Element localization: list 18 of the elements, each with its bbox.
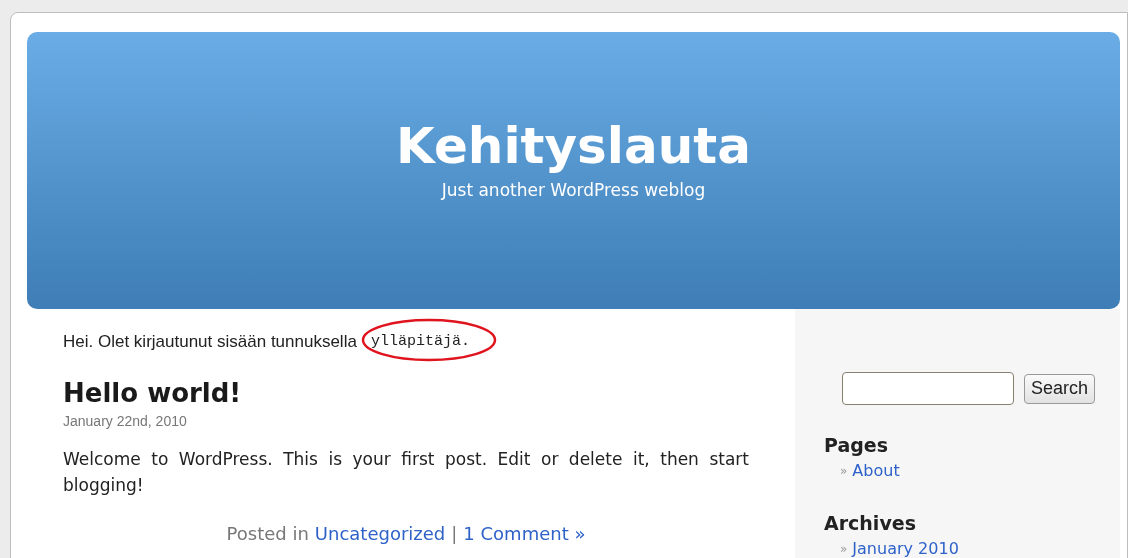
category-link[interactable]: Uncategorized (314, 519, 446, 547)
sidebar-heading: Archives (824, 511, 917, 535)
search-button[interactable]: Search (1024, 373, 1096, 404)
post-body: Welcome to WordPress. This is your first post. Edit or delete it, then start blogging! (63, 447, 749, 497)
bullet-icon: » (840, 540, 848, 558)
sidebar-link[interactable]: About (852, 459, 900, 483)
post-date: January 22nd, 2010 (63, 411, 188, 431)
sidebar-heading: Pages (824, 433, 890, 457)
sidebar-link[interactable]: January 2010 (852, 537, 959, 558)
meta-separator: | (451, 521, 458, 546)
posted-in-label: Posted in (226, 521, 309, 546)
comments-link[interactable]: 1 Comment » (463, 519, 586, 547)
blog-title: Kehityslauta (396, 116, 751, 176)
bullet-icon: » (840, 462, 848, 480)
username: ylläpitäjä. (370, 331, 470, 352)
blog-tagline: Just another WordPress weblog (441, 179, 706, 202)
login-notice: Hei. Olet kirjautunut sisään tunnuksella (63, 331, 357, 353)
post-title[interactable]: Hello world! (63, 376, 749, 409)
